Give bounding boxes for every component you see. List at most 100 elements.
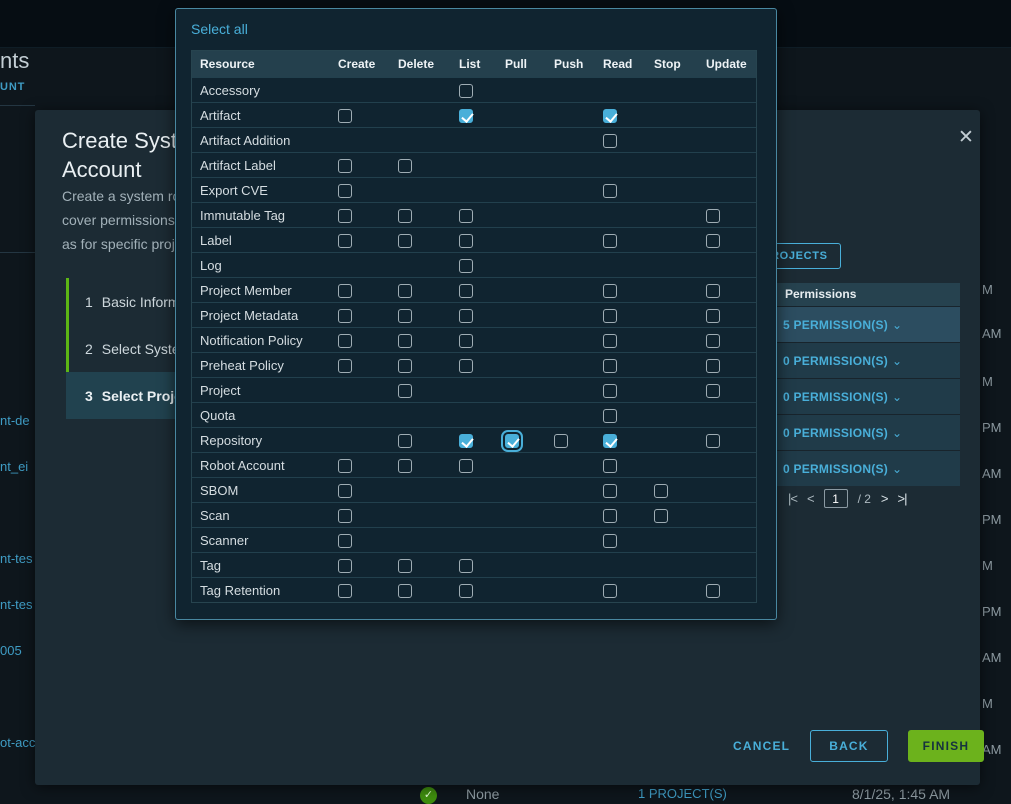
update-checkbox[interactable]: [706, 359, 720, 373]
read-checkbox[interactable]: [603, 434, 617, 448]
read-checkbox[interactable]: [603, 459, 617, 473]
create-checkbox[interactable]: [338, 359, 352, 373]
create-checkbox[interactable]: [338, 334, 352, 348]
read-checkbox[interactable]: [603, 184, 617, 198]
create-checkbox[interactable]: [338, 484, 352, 498]
project-permission-row[interactable]: 0 PERMISSION(S)⌄: [775, 378, 960, 414]
project-permission-row[interactable]: 0 PERMISSION(S)⌄: [775, 342, 960, 378]
delete-checkbox[interactable]: [398, 334, 412, 348]
create-cell: [335, 282, 395, 298]
read-checkbox[interactable]: [603, 384, 617, 398]
update-checkbox[interactable]: [706, 284, 720, 298]
stop-checkbox[interactable]: [654, 484, 668, 498]
read-checkbox[interactable]: [603, 284, 617, 298]
delete-checkbox[interactable]: [398, 359, 412, 373]
read-checkbox[interactable]: [603, 484, 617, 498]
next-page-icon[interactable]: >: [881, 491, 888, 506]
column-header-stop: Stop: [651, 57, 703, 71]
list-checkbox[interactable]: [459, 284, 473, 298]
select-all-link[interactable]: Select all: [191, 21, 248, 37]
create-checkbox[interactable]: [338, 284, 352, 298]
create-checkbox[interactable]: [338, 534, 352, 548]
create-cell: [335, 332, 395, 348]
project-permission-row[interactable]: 5 PERMISSION(S)⌄: [775, 306, 960, 342]
chevron-down-icon: ⌄: [892, 426, 902, 440]
project-permission-row[interactable]: 0 PERMISSION(S)⌄: [775, 414, 960, 450]
finish-button[interactable]: FINISH: [908, 730, 985, 762]
read-checkbox[interactable]: [603, 409, 617, 423]
list-checkbox[interactable]: [459, 434, 473, 448]
resource-row: Artifact Label: [192, 152, 756, 177]
pull-checkbox[interactable]: [505, 434, 519, 448]
delete-checkbox[interactable]: [398, 434, 412, 448]
create-checkbox[interactable]: [338, 459, 352, 473]
update-checkbox[interactable]: [706, 234, 720, 248]
delete-checkbox[interactable]: [398, 284, 412, 298]
read-checkbox[interactable]: [603, 309, 617, 323]
step-number: 3: [85, 388, 93, 404]
first-page-icon[interactable]: |<: [788, 491, 797, 506]
list-checkbox[interactable]: [459, 259, 473, 273]
resource-row: Log: [192, 252, 756, 277]
create-cell: [335, 532, 395, 548]
read-cell: [600, 457, 651, 473]
read-cell: [600, 482, 651, 498]
delete-checkbox[interactable]: [398, 584, 412, 598]
last-page-icon[interactable]: >|: [898, 491, 907, 506]
permissions-column-header: Permissions: [775, 283, 960, 306]
update-checkbox[interactable]: [706, 209, 720, 223]
resource-row: Scanner: [192, 527, 756, 552]
create-checkbox[interactable]: [338, 509, 352, 523]
delete-checkbox[interactable]: [398, 459, 412, 473]
list-checkbox[interactable]: [459, 84, 473, 98]
read-checkbox[interactable]: [603, 234, 617, 248]
read-checkbox[interactable]: [603, 359, 617, 373]
delete-checkbox[interactable]: [398, 209, 412, 223]
create-checkbox[interactable]: [338, 209, 352, 223]
delete-checkbox[interactable]: [398, 559, 412, 573]
list-cell: [456, 557, 502, 573]
project-permission-row[interactable]: 0 PERMISSION(S)⌄: [775, 450, 960, 486]
list-checkbox[interactable]: [459, 334, 473, 348]
delete-cell: [395, 157, 456, 173]
create-checkbox[interactable]: [338, 234, 352, 248]
push-checkbox[interactable]: [554, 434, 568, 448]
read-checkbox[interactable]: [603, 509, 617, 523]
update-checkbox[interactable]: [706, 434, 720, 448]
delete-checkbox[interactable]: [398, 309, 412, 323]
delete-checkbox[interactable]: [398, 159, 412, 173]
list-checkbox[interactable]: [459, 109, 473, 123]
create-checkbox[interactable]: [338, 159, 352, 173]
list-checkbox[interactable]: [459, 359, 473, 373]
resource-row: Scan: [192, 502, 756, 527]
create-checkbox[interactable]: [338, 109, 352, 123]
create-checkbox[interactable]: [338, 559, 352, 573]
close-icon[interactable]: ✕: [958, 128, 974, 147]
read-checkbox[interactable]: [603, 584, 617, 598]
create-checkbox[interactable]: [338, 184, 352, 198]
list-checkbox[interactable]: [459, 309, 473, 323]
update-checkbox[interactable]: [706, 384, 720, 398]
delete-checkbox[interactable]: [398, 234, 412, 248]
update-checkbox[interactable]: [706, 334, 720, 348]
list-checkbox[interactable]: [459, 559, 473, 573]
back-button[interactable]: BACK: [810, 730, 887, 762]
stop-checkbox[interactable]: [654, 509, 668, 523]
list-checkbox[interactable]: [459, 209, 473, 223]
create-checkbox[interactable]: [338, 309, 352, 323]
list-checkbox[interactable]: [459, 459, 473, 473]
delete-checkbox[interactable]: [398, 384, 412, 398]
read-checkbox[interactable]: [603, 534, 617, 548]
list-checkbox[interactable]: [459, 234, 473, 248]
page-number-input[interactable]: [824, 489, 848, 508]
read-checkbox[interactable]: [603, 134, 617, 148]
list-checkbox[interactable]: [459, 584, 473, 598]
prev-page-icon[interactable]: <: [807, 491, 814, 506]
create-checkbox[interactable]: [338, 584, 352, 598]
update-checkbox[interactable]: [706, 584, 720, 598]
read-checkbox[interactable]: [603, 334, 617, 348]
resource-row: Artifact: [192, 102, 756, 127]
read-checkbox[interactable]: [603, 109, 617, 123]
cancel-button[interactable]: CANCEL: [733, 739, 790, 753]
update-checkbox[interactable]: [706, 309, 720, 323]
